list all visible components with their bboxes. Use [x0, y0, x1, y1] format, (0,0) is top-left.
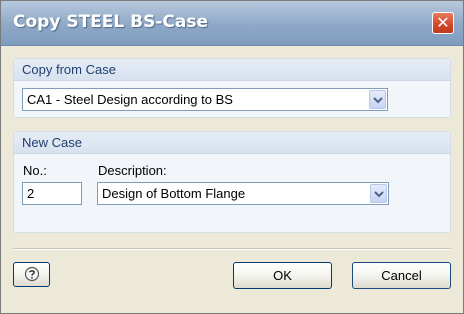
- close-icon: ✕: [436, 13, 450, 32]
- copy-from-case-header: Copy from Case: [14, 59, 450, 81]
- description-combo[interactable]: Design of Bottom Flange: [97, 182, 389, 205]
- dialog-body: Copy from Case CA1 - Steel Design accord…: [1, 46, 463, 313]
- divider: [13, 248, 451, 250]
- copy-from-case-dropdown-button[interactable]: [369, 90, 386, 109]
- description-dropdown-button[interactable]: [370, 184, 387, 203]
- dialog-title: Copy STEEL BS-Case: [13, 12, 208, 32]
- help-icon: [24, 266, 40, 282]
- cancel-button[interactable]: Cancel: [352, 262, 451, 289]
- title-bar[interactable]: Copy STEEL BS-Case ✕: [1, 1, 463, 46]
- new-case-group: New Case No.: 2 Description: Design of B…: [13, 131, 451, 233]
- chevron-down-icon: [374, 191, 384, 198]
- help-button[interactable]: [13, 262, 50, 287]
- copy-from-case-value: CA1 - Steel Design according to BS: [27, 92, 233, 107]
- description-value: Design of Bottom Flange: [102, 186, 246, 201]
- ok-button[interactable]: OK: [233, 262, 332, 289]
- copy-from-case-select[interactable]: CA1 - Steel Design according to BS: [22, 88, 388, 111]
- case-number-label: No.:: [23, 163, 47, 178]
- description-label: Description:: [98, 163, 167, 178]
- copy-from-case-group: Copy from Case CA1 - Steel Design accord…: [13, 58, 451, 118]
- copy-case-dialog: Copy STEEL BS-Case ✕ Copy from Case CA1 …: [0, 0, 464, 314]
- close-button[interactable]: ✕: [432, 12, 454, 34]
- case-number-input[interactable]: 2: [22, 182, 82, 205]
- chevron-down-icon: [373, 97, 383, 104]
- new-case-header: New Case: [14, 132, 450, 154]
